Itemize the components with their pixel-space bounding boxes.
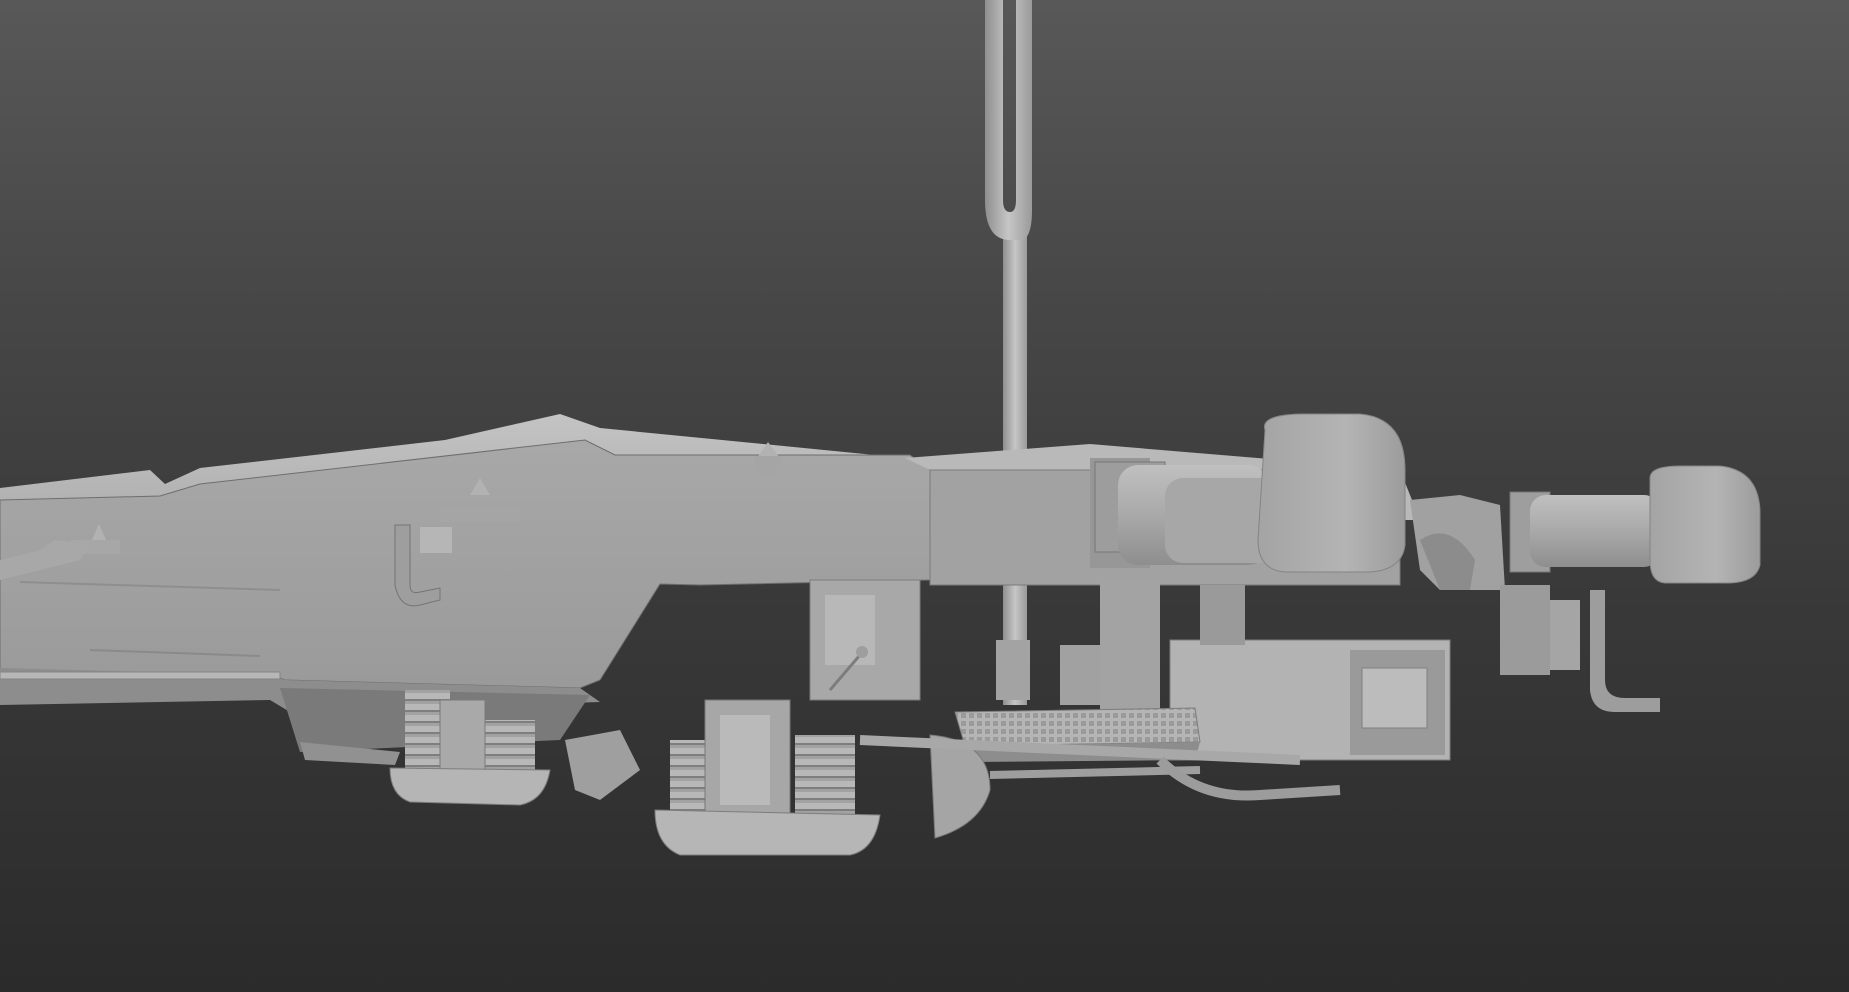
lifting-pole xyxy=(979,0,1033,705)
wagon-underframe-model xyxy=(0,0,1761,856)
axle-box xyxy=(654,809,881,856)
buffer-head xyxy=(1257,413,1406,573)
axle-box xyxy=(389,767,551,806)
buffer-hook xyxy=(1590,590,1660,712)
buffer-head xyxy=(1649,465,1761,584)
suspension-center xyxy=(654,699,991,856)
buffer-casing xyxy=(1530,495,1660,567)
buffer-right-far xyxy=(1410,465,1761,712)
render-viewport[interactable] xyxy=(0,0,1849,992)
frame-guide-rail xyxy=(0,671,281,680)
pole-hook xyxy=(985,0,1032,240)
buffer-right-near xyxy=(1094,413,1406,573)
